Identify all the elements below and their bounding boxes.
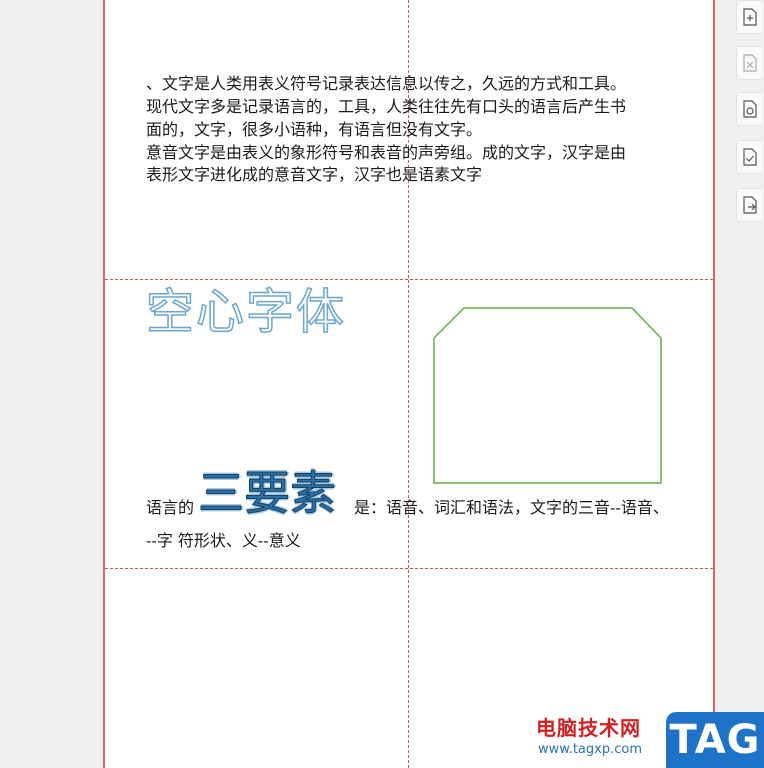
text-line-second: --字 符形状、义--意义 bbox=[146, 531, 301, 550]
watermark-site-name: 电脑技术网 bbox=[536, 716, 641, 740]
watermark-tag-text: TAG bbox=[669, 717, 761, 763]
line-prefix-text: 语言的 bbox=[146, 498, 195, 517]
delete-page-icon bbox=[742, 54, 757, 72]
page-settings-button[interactable] bbox=[736, 92, 762, 126]
snipped-rectangle-shape[interactable] bbox=[432, 306, 664, 486]
check-page-icon bbox=[742, 148, 757, 166]
export-page-button[interactable] bbox=[736, 188, 762, 222]
body-paragraph-line-2: 现代文字多是记录语言的，工具，人类往往先有口头的语言后产生书 bbox=[146, 97, 627, 116]
add-page-icon bbox=[742, 8, 757, 26]
watermark-tag-logo: TAG bbox=[666, 712, 764, 768]
check-page-button[interactable] bbox=[736, 140, 762, 174]
body-paragraph-line-3: 面的，文字，很多小语种，有语言但没有文字。 bbox=[146, 120, 483, 139]
emphasis-text-art[interactable]: 三要素 bbox=[198, 468, 337, 519]
body-paragraph-line-5: 表形文字进化成的意音文字，汉字也是语素文字 bbox=[146, 165, 483, 184]
body-paragraph-line-4: 意音文字是由表义的象形符号和表音的声旁组。成的文字，汉字是由 bbox=[146, 143, 627, 162]
add-page-button[interactable] bbox=[736, 0, 762, 34]
horizontal-guide-line-bottom bbox=[105, 568, 713, 569]
body-paragraph-line-1: 、文字是人类用表义符号记录表达信息以传之，久远的方式和工具。 bbox=[146, 74, 627, 93]
export-page-icon bbox=[742, 196, 757, 214]
page-settings-icon bbox=[742, 100, 757, 118]
line-suffix-text: 是：语音、词汇和语法，文字的三音--语音、 bbox=[354, 498, 669, 517]
hollow-text-art[interactable]: 空心字体 bbox=[145, 280, 346, 344]
site-watermark: 电脑技术网 www.tagxp.com TAG bbox=[530, 708, 764, 768]
watermark-url: www.tagxp.com bbox=[538, 742, 642, 757]
right-side-toolbar bbox=[736, 0, 764, 240]
delete-page-button[interactable] bbox=[736, 46, 762, 80]
